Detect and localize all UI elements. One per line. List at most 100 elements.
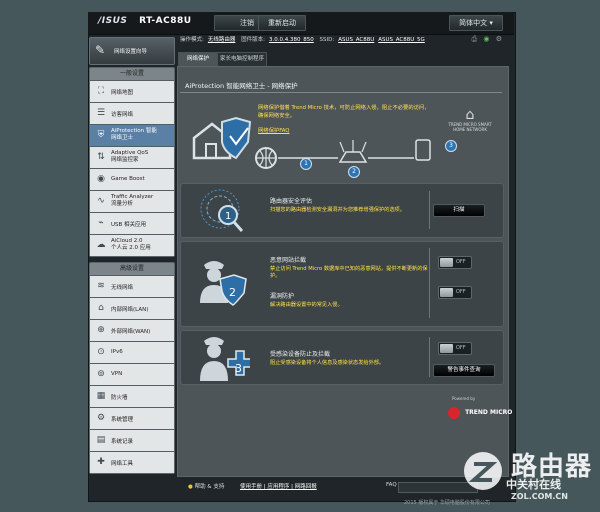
copyright-text: 2015 版权属于 华硕电脑股份有限公司 bbox=[404, 500, 490, 506]
firmware-link[interactable]: 3.0.0.4.380_850 bbox=[269, 37, 314, 43]
aiprotection-icon: ⛨ bbox=[97, 130, 105, 140]
sidebar-item-label: USB 相关应用 bbox=[111, 222, 147, 228]
sidebar-item-label: Traffic Analyzer 流量分析 bbox=[111, 194, 154, 207]
sidebar-item-game-boost[interactable]: ◉ Game Boost bbox=[90, 168, 174, 190]
quick-setup-label: 网络设置向导 bbox=[114, 49, 148, 55]
toggle-state: OFF bbox=[456, 345, 466, 351]
protection-faq-link[interactable]: 网络保护FAQ bbox=[258, 126, 289, 134]
usb-status-icon[interactable]: ⎙ bbox=[472, 35, 478, 43]
network-diagram bbox=[255, 139, 431, 169]
sidebar-item-label: 系统记录 bbox=[111, 439, 134, 445]
footer-links[interactable]: 使用手册 | 应用程序 | 网路回报 bbox=[240, 482, 317, 490]
sidebar-item-label: VPN bbox=[111, 371, 123, 377]
house-logo-icon: ⌂ bbox=[465, 107, 475, 123]
sidebar-item-label: Adaptive QoS 网络监控家 bbox=[111, 150, 149, 163]
svg-text:2: 2 bbox=[229, 286, 236, 299]
op-mode-label: 操作模式: bbox=[180, 37, 204, 43]
sidebar-item-admin[interactable]: ⚙ 系统管理 bbox=[90, 407, 174, 429]
ssid-5g[interactable]: ASUS_AC88U_5G bbox=[378, 37, 425, 43]
infected-device-toggle[interactable]: OFF bbox=[438, 342, 472, 355]
sidebar-item-syslog[interactable]: ▤ 系统记录 bbox=[90, 429, 174, 451]
quick-setup-button[interactable]: ✎ 网络设置向导 bbox=[89, 37, 175, 65]
traffic-analyzer-icon: ∿ bbox=[97, 196, 105, 206]
app-status-icon[interactable]: ⚙ bbox=[496, 35, 502, 43]
scan-button[interactable]: 扫描 bbox=[433, 204, 485, 217]
wand-icon: ✎ bbox=[95, 43, 106, 57]
malicious-site-toggle[interactable]: OFF bbox=[438, 256, 472, 269]
faq-label: FAQ bbox=[386, 482, 397, 488]
watermark-url: ZOL.COM.CN bbox=[511, 492, 568, 501]
sidebar-item-label: 网络地图 bbox=[111, 90, 134, 96]
sidebar-item-usb[interactable]: ⌁ USB 相关应用 bbox=[90, 212, 174, 234]
firmware-label: 固件版本: bbox=[241, 37, 265, 43]
toggle-state: OFF bbox=[456, 259, 466, 265]
status-icons: ⎙ ◉ ⚙ bbox=[472, 35, 506, 44]
sidebar-item-vpn[interactable]: ⊚ VPN bbox=[90, 363, 174, 385]
diagram-step-2-badge: 2 bbox=[348, 166, 360, 178]
zol-watermark-logo bbox=[464, 452, 502, 490]
sidebar-item-label: 系统管理 bbox=[111, 417, 134, 423]
sidebar-item-traffic-analyzer[interactable]: ∿ Traffic Analyzer 流量分析 bbox=[90, 190, 174, 212]
syslog-icon: ▤ bbox=[96, 435, 106, 445]
ssid-label: SSID: bbox=[319, 37, 335, 43]
brand-logo: /ISUS RT-AC88U bbox=[98, 16, 192, 26]
usb-icon: ⌁ bbox=[98, 218, 104, 228]
language-label: 简体中文 bbox=[459, 19, 488, 27]
malicious-site-desc: 禁止访问 Trend Micro 数据库中已知的恶意网站，提供不断更新的保护。 bbox=[270, 266, 428, 279]
sidebar-item-label: 外部网络(WAN) bbox=[111, 329, 151, 335]
trend-micro-text: TREND MICRO bbox=[465, 409, 513, 416]
op-mode-link[interactable]: 无线路由器 bbox=[208, 37, 236, 43]
sidebar-item-aicloud[interactable]: ☁ AiCloud 2.0 个人云 2.0 应用 bbox=[90, 234, 174, 256]
powered-by-label: Powered by bbox=[452, 396, 476, 401]
sidebar-item-firewall[interactable]: ▦ 防火墙 bbox=[90, 385, 174, 407]
reboot-button[interactable]: 重新启动 bbox=[258, 15, 306, 31]
sidebar-item-label: 防火墙 bbox=[111, 395, 128, 401]
sidebar-item-lan[interactable]: ⌂ 内部网络(LAN) bbox=[90, 297, 174, 319]
help-support-link[interactable]: ● 帮助 & 支持 bbox=[188, 482, 224, 490]
sidebar-item-label: IPv6 bbox=[111, 349, 123, 355]
sidebar-item-guest-network[interactable]: ☰ 访客网络 bbox=[90, 102, 174, 124]
asus-logo: /ISUS bbox=[98, 16, 128, 26]
vulnerability-toggle[interactable]: OFF bbox=[438, 286, 472, 299]
sidebar-item-wan[interactable]: ⊕ 外部网络(WAN) bbox=[90, 319, 174, 341]
model-name: RT-AC88U bbox=[139, 16, 192, 26]
infected-device-desc: 阻止受感染设备将个人信息及感染状态发给外部。 bbox=[270, 360, 385, 366]
aicloud-icon: ☁ bbox=[96, 240, 106, 250]
language-select[interactable]: 简体中文 ▾ bbox=[449, 15, 503, 31]
security-scan-desc: 扫描您的路由器检测安全漏洞并为您推荐增强保护的选项。 bbox=[270, 207, 405, 213]
vulnerability-desc: 解决路由器设置中的常见入侵。 bbox=[270, 302, 343, 308]
tab-network-protection[interactable]: 网络保护 bbox=[178, 52, 218, 67]
sidebar-item-network-tools[interactable]: ✚ 网络工具 bbox=[90, 451, 174, 473]
network-map-icon: ⛶ bbox=[97, 86, 105, 96]
malicious-site-title: 恶意网站拦截 bbox=[270, 257, 307, 264]
trend-micro-logo: TREND MICRO bbox=[448, 402, 512, 421]
sidebar-item-network-map[interactable]: ⛶ 网络地图 bbox=[90, 80, 174, 102]
trend-micro-smart-home-logo: ⌂ TREND MICRO SMART HOME NETWORK bbox=[446, 108, 494, 132]
sidebar-item-qos[interactable]: ⇅ Adaptive QoS 网络监控家 bbox=[90, 146, 174, 168]
svg-text:1: 1 bbox=[225, 211, 231, 222]
network-status-icon[interactable]: ◉ bbox=[483, 35, 489, 43]
title-divider bbox=[180, 92, 502, 93]
sidebar-item-ipv6[interactable]: ⊙ IPv6 bbox=[90, 341, 174, 363]
home-shield-illustration bbox=[192, 116, 252, 160]
sidebar-item-aiprotection[interactable]: ⛨ AiProtection 智能 网络卫士 bbox=[90, 124, 174, 146]
wan-icon: ⊕ bbox=[97, 325, 105, 335]
doctor-icon: 3 bbox=[200, 337, 250, 381]
zol-z-icon bbox=[468, 462, 498, 482]
sidebar-item-label: 网络工具 bbox=[111, 461, 134, 467]
ssid-2g[interactable]: ASUS_AC88U bbox=[338, 37, 374, 43]
wireless-icon: ≋ bbox=[97, 281, 105, 291]
toggle-knob bbox=[440, 288, 453, 297]
alert-events-button[interactable]: 警告事件查询 bbox=[433, 364, 495, 377]
sidebar-item-label: 访客网络 bbox=[111, 112, 134, 118]
admin-icon: ⚙ bbox=[96, 413, 106, 423]
general-settings-header: 一般设置 bbox=[119, 70, 144, 77]
tab-parental-controls[interactable]: 家长电脑控制程序 bbox=[217, 52, 267, 67]
security-scan-title: 路由器安全评估 bbox=[270, 198, 313, 205]
watermark-subtitle: 中关村在线 bbox=[506, 478, 561, 491]
intro-text: 网络保护借着 Trend Micro 技术，可防止网络入侵，阻止不必要的访问，确… bbox=[258, 105, 430, 119]
infected-device-title: 受感染设备防止及拦截 bbox=[270, 351, 331, 358]
sidebar-item-wireless[interactable]: ≋ 无线网络 bbox=[90, 275, 174, 297]
status-info-bar: 操作模式: 无线路由器 固件版本: 3.0.0.4.380_850 SSID: ASU… bbox=[180, 35, 510, 47]
qos-icon: ⇅ bbox=[97, 152, 105, 162]
